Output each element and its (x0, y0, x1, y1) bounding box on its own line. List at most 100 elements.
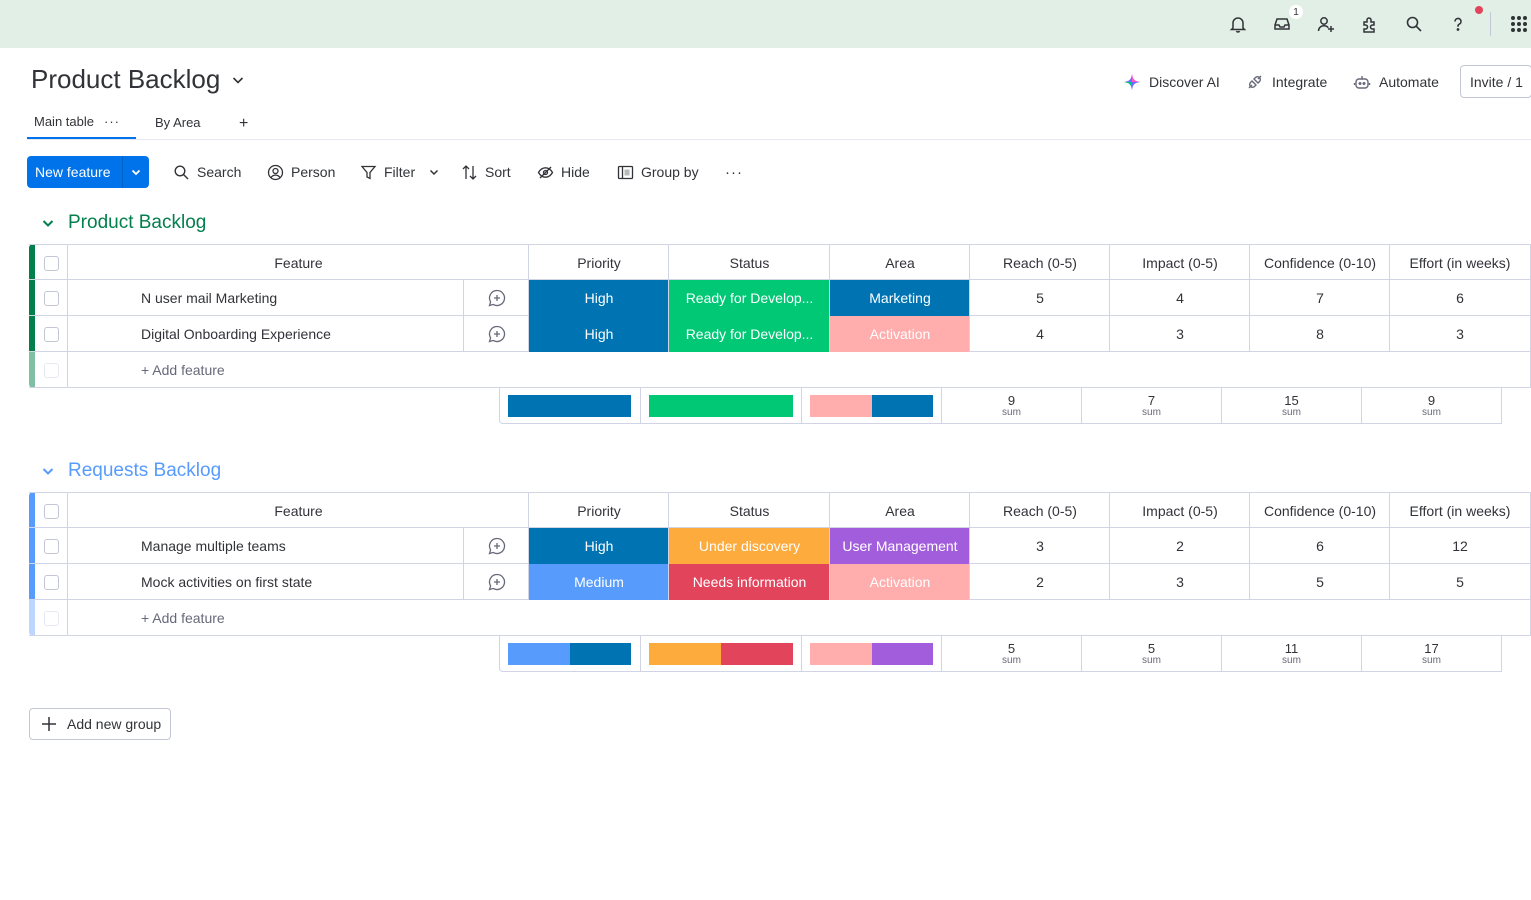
add-feature-row[interactable]: + Add feature (29, 352, 1531, 388)
add-update-button[interactable] (463, 280, 529, 316)
priority-cell[interactable]: High (528, 280, 669, 316)
impact-cell[interactable]: 3 (1109, 316, 1250, 352)
row-checkbox[interactable] (44, 291, 59, 306)
confidence-cell[interactable]: 5 (1249, 564, 1390, 600)
person-filter-tool[interactable]: Person (267, 160, 335, 184)
search-icon[interactable] (1401, 11, 1427, 37)
hide-tool[interactable]: Hide (537, 160, 590, 184)
status-cell[interactable]: Needs information (668, 564, 830, 600)
table-row[interactable]: N user mail Marketing High Ready for Dev… (29, 280, 1531, 316)
column-header-impact[interactable]: Impact (0-5) (1109, 493, 1250, 529)
add-feature-input[interactable]: + Add feature (67, 600, 1530, 636)
select-all-checkbox[interactable] (44, 256, 59, 271)
area-cell[interactable]: Marketing (829, 280, 970, 316)
row-checkbox[interactable] (44, 575, 59, 590)
chevron-down-icon[interactable] (40, 215, 56, 231)
effort-cell[interactable]: 5 (1389, 564, 1530, 600)
select-all-checkbox[interactable] (44, 504, 59, 519)
add-update-button[interactable] (463, 316, 529, 352)
tab-options-icon[interactable]: ··· (104, 114, 120, 129)
board-title[interactable]: Product Backlog (31, 64, 246, 95)
priority-cell[interactable]: High (528, 316, 669, 352)
confidence-cell[interactable]: 6 (1249, 528, 1390, 564)
new-feature-button[interactable]: New feature (27, 156, 149, 188)
reach-cell[interactable]: 2 (969, 564, 1110, 600)
add-new-group-button[interactable]: Add new group (29, 708, 171, 740)
confidence-cell[interactable]: 7 (1249, 280, 1390, 316)
priority-cell[interactable]: Medium (528, 564, 669, 600)
reach-cell[interactable]: 3 (969, 528, 1110, 564)
bell-icon[interactable] (1225, 11, 1251, 37)
priority-summary[interactable] (500, 388, 640, 423)
feature-name-cell[interactable]: N user mail Marketing (67, 280, 464, 316)
group-title-requests-backlog[interactable]: Requests Backlog (40, 460, 221, 482)
add-feature-row[interactable]: + Add feature (29, 600, 1531, 636)
impact-cell[interactable]: 3 (1109, 564, 1250, 600)
status-summary[interactable] (640, 388, 801, 423)
group-by-tool[interactable]: Group by (617, 160, 699, 184)
tab-main-table[interactable]: Main table ··· (27, 106, 136, 139)
column-header-area[interactable]: Area (829, 245, 970, 281)
confidence-cell[interactable]: 8 (1249, 316, 1390, 352)
table-row[interactable]: Manage multiple teams High Under discove… (29, 528, 1531, 564)
effort-cell[interactable]: 3 (1389, 316, 1530, 352)
column-header-priority[interactable]: Priority (528, 245, 669, 281)
column-header-impact[interactable]: Impact (0-5) (1109, 245, 1250, 281)
status-cell[interactable]: Ready for Develop... (668, 316, 830, 352)
status-cell[interactable]: Under discovery (668, 528, 830, 564)
add-update-button[interactable] (463, 564, 529, 600)
discover-ai-button[interactable]: Discover AI (1123, 70, 1220, 94)
status-cell[interactable]: Ready for Develop... (668, 280, 830, 316)
column-header-confidence[interactable]: Confidence (0-10) (1249, 245, 1390, 281)
row-checkbox[interactable] (44, 539, 59, 554)
filter-tool[interactable]: Filter (360, 160, 440, 184)
new-feature-dropdown[interactable] (123, 166, 149, 178)
area-cell[interactable]: Activation (829, 564, 970, 600)
column-header-reach[interactable]: Reach (0-5) (969, 493, 1110, 529)
reach-cell[interactable]: 4 (969, 316, 1110, 352)
sort-tool[interactable]: Sort (461, 160, 511, 184)
add-feature-input[interactable]: + Add feature (67, 352, 1530, 388)
automate-button[interactable]: Automate (1353, 70, 1439, 94)
add-view-button[interactable]: + (239, 107, 248, 140)
column-header-feature[interactable]: Feature (67, 245, 529, 281)
table-row[interactable]: Digital Onboarding Experience High Ready… (29, 316, 1531, 352)
invite-person-icon[interactable] (1313, 11, 1339, 37)
feature-name-cell[interactable]: Mock activities on first state (67, 564, 464, 600)
column-header-effort[interactable]: Effort (in weeks) (1389, 493, 1530, 529)
effort-cell[interactable]: 12 (1389, 528, 1530, 564)
column-header-feature[interactable]: Feature (67, 493, 529, 529)
group-title-product-backlog[interactable]: Product Backlog (40, 212, 206, 234)
priority-summary[interactable] (500, 636, 640, 671)
tab-by-area[interactable]: By Area (155, 106, 201, 139)
area-cell[interactable]: User Management (829, 528, 970, 564)
grid-menu-icon[interactable] (1506, 11, 1531, 37)
impact-cell[interactable]: 4 (1109, 280, 1250, 316)
feature-name-cell[interactable]: Manage multiple teams (67, 528, 464, 564)
feature-name-cell[interactable]: Digital Onboarding Experience (67, 316, 464, 352)
column-header-status[interactable]: Status (668, 245, 830, 281)
search-tool[interactable]: Search (173, 160, 241, 184)
area-cell[interactable]: Activation (829, 316, 970, 352)
area-summary[interactable] (801, 388, 941, 423)
area-summary[interactable] (801, 636, 941, 671)
column-header-priority[interactable]: Priority (528, 493, 669, 529)
chevron-down-icon[interactable] (40, 463, 56, 479)
chevron-down-icon[interactable] (428, 166, 440, 178)
priority-cell[interactable]: High (528, 528, 669, 564)
impact-cell[interactable]: 2 (1109, 528, 1250, 564)
row-checkbox[interactable] (44, 327, 59, 342)
column-header-effort[interactable]: Effort (in weeks) (1389, 245, 1530, 281)
column-header-confidence[interactable]: Confidence (0-10) (1249, 493, 1390, 529)
add-update-button[interactable] (463, 528, 529, 564)
more-options-button[interactable]: ··· (725, 160, 743, 184)
help-icon[interactable] (1445, 11, 1471, 37)
column-header-status[interactable]: Status (668, 493, 830, 529)
column-header-area[interactable]: Area (829, 493, 970, 529)
invite-button[interactable]: Invite / 1 (1460, 65, 1531, 98)
effort-cell[interactable]: 6 (1389, 280, 1530, 316)
integrate-button[interactable]: Integrate (1246, 70, 1327, 94)
table-row[interactable]: Mock activities on first state Medium Ne… (29, 564, 1531, 600)
column-header-reach[interactable]: Reach (0-5) (969, 245, 1110, 281)
reach-cell[interactable]: 5 (969, 280, 1110, 316)
